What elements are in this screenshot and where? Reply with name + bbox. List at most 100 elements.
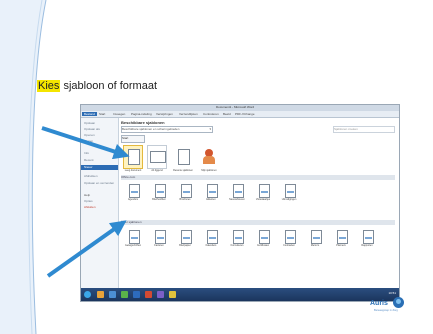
office-item-labels[interactable]: Etiketten [205,184,218,201]
taskbar-app-icon[interactable] [145,291,152,298]
section-more: Meer sjablonen [121,220,395,225]
tab-review[interactable]: Controleren [203,112,219,116]
heading-highlight: Kies [37,80,61,92]
office-item-label: Visitekaartjes [255,198,271,201]
menu-recent[interactable]: Recent [84,158,94,162]
more-item-1[interactable]: Facturen [153,230,166,247]
office-item-label: Brochures [179,198,191,201]
menu-options[interactable]: Opties [84,199,93,203]
tab-insert[interactable]: Invoegen [113,112,125,116]
menu-save[interactable]: Opslaan [84,121,95,125]
heading-rest: sjabloon of formaat [60,80,158,92]
windows-taskbar: 10:51 [81,288,399,301]
menu-close[interactable]: Sluiten [84,139,93,143]
document-icon [285,230,296,244]
taskbar-app-icon[interactable] [97,291,104,298]
more-item-9[interactable]: Rapporten [361,230,374,247]
template-label: Leeg document [124,169,142,172]
document-icon [311,230,322,244]
user-body-icon [203,156,215,164]
document-icon [181,184,192,198]
more-item-label: Memo's [310,244,320,247]
office-item-agendas[interactable]: Agenda's [127,184,140,201]
window-controls [383,106,397,119]
more-item-7[interactable]: Memo's [309,230,322,247]
office-item-label: Etiketten [206,198,216,201]
more-item-4[interactable]: Formulieren [231,230,244,247]
more-item-5[interactable]: Certificaten [257,230,270,247]
section-office: Office.com [121,175,395,180]
slide-heading: Kies sjabloon of formaat [37,80,157,92]
taskbar-app-icon[interactable] [109,291,116,298]
window-title: Document1 - Microsoft Word [216,105,255,109]
menu-help[interactable]: Help [84,193,90,197]
menu-open[interactable]: Openen [84,133,95,137]
home-button[interactable]: Start [121,135,145,143]
office-item-label: Agenda's [128,198,138,201]
logo-tagline: Bureaugroep in Zorg [374,309,398,312]
search-placeholder: Sjablonen zoeken [334,127,358,131]
template-label: Mijn sjablonen [201,169,217,172]
template-source-dropdown[interactable]: Beschikbare sjablonen en schermgebieden ▾ [121,126,213,133]
document-icon [207,184,218,198]
taskbar-app-icon[interactable] [121,291,128,298]
template-mine[interactable]: Mijn sjablonen [199,145,219,172]
template-search-input[interactable]: Sjablonen zoeken [333,126,395,133]
document-icon [363,230,374,244]
more-item-0[interactable]: Getuigschriften [125,230,141,247]
tab-references[interactable]: Verwijzingen [156,112,173,116]
start-button-icon[interactable] [84,291,91,298]
tab-mailings[interactable]: Verzendlijsten [179,112,198,116]
taskbar-app-icon[interactable] [169,291,176,298]
office-item-business-cards[interactable]: Visitekaartjes [256,184,270,201]
document-icon [181,230,192,244]
word-screenshot: Document1 - Microsoft Word Bestand Start… [80,104,400,302]
more-item-3[interactable]: Kalenders [205,230,218,247]
menu-save-as[interactable]: Opslaan als [84,127,100,131]
menu-print[interactable]: Afdrukken [84,174,98,178]
recent-templates-icon [178,149,190,165]
taskbar-word-icon[interactable] [133,291,140,298]
document-icon [259,184,270,198]
ribbon-tabs: Bestand Start Invoegen Pagina-indeling V… [81,111,399,118]
tab-view[interactable]: Beeld [223,112,231,116]
document-icon [259,230,270,244]
tab-page-layout[interactable]: Pagina-indeling [131,112,152,116]
more-item-6[interactable]: Contracten [283,230,296,247]
landscape-page-icon [150,151,166,163]
office-item-invitations[interactable]: Uitnodigingen [282,184,296,201]
template-a4-landscape[interactable]: A4 liggend [147,145,167,172]
backstage-menu: Opslaan Opslaan als Openen Sluiten Info … [81,118,119,288]
template-label: A4 liggend [151,169,163,172]
document-icon [207,230,218,244]
more-item-label: Getuigschriften [124,244,142,247]
tab-pdf[interactable]: PDF-XChange [235,112,255,116]
slide-swoosh-decoration [0,0,47,334]
document-icon [337,230,348,244]
more-item-2[interactable]: Briefpapier [179,230,192,247]
office-item-newsletters[interactable]: Nieuwsbrieven [229,184,245,201]
template-blank-document[interactable]: Leeg document [123,145,143,172]
chevron-down-icon: ▾ [209,127,211,131]
document-icon [233,184,244,198]
more-item-8[interactable]: Planners [335,230,348,247]
home-button-label: Start [122,136,129,140]
office-item-brochures[interactable]: Brochures [179,184,192,201]
office-item-letterheads[interactable]: Briefhoofden [152,184,166,201]
more-item-label: Rapporten [361,244,373,247]
more-item-label: Briefpapier [179,244,191,247]
menu-exit[interactable]: Afsluiten [84,205,96,209]
office-item-label: Uitnodigingen [281,198,297,201]
menu-new[interactable]: Nieuw [81,165,118,170]
tab-home[interactable]: Start [99,112,105,116]
dropdown-value: Beschikbare sjablonen en schermgebieden [122,127,180,131]
menu-save-send[interactable]: Opslaan en verzenden [84,181,114,185]
office-item-label: Nieuwsbrieven [229,198,245,201]
template-pane-title: Beschikbare sjablonen [121,120,165,125]
taskbar-clock: 10:51 [388,291,396,295]
auris-logo: Auris Bureaugroep in Zorg [370,297,420,317]
tab-file[interactable]: Bestand [82,112,98,116]
taskbar-app-icon[interactable] [157,291,164,298]
menu-info[interactable]: Info [84,151,89,155]
template-recent[interactable]: Recente sjablonen [173,145,193,172]
